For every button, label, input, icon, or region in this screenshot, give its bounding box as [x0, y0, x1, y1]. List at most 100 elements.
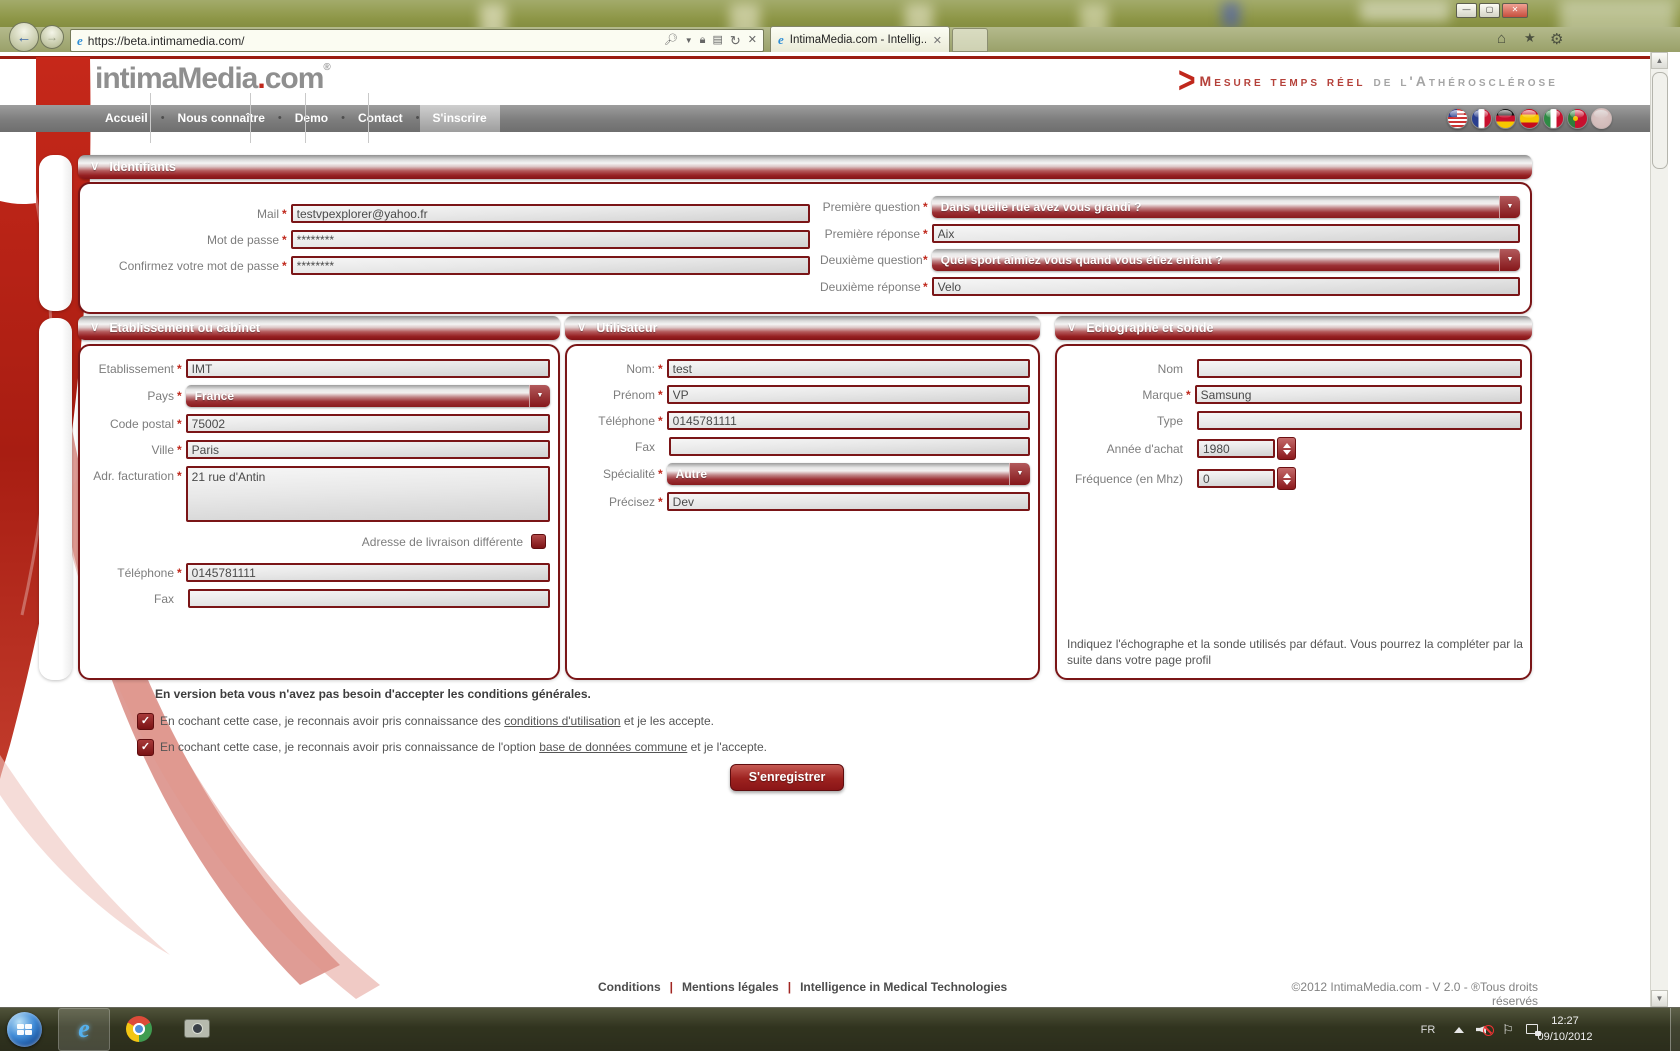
compatibility-view-icon[interactable]: ▤	[712, 35, 722, 46]
address-bar[interactable]: e https://beta.intimamedia.com/ 🔎︎ ▼ 🔒︎ …	[70, 29, 764, 52]
tray-expand-arrow-icon[interactable]	[1450, 1008, 1468, 1051]
chevron-down-icon[interactable]	[1009, 463, 1030, 485]
type-input[interactable]	[1197, 411, 1522, 430]
required-mark: *	[177, 362, 186, 376]
taskbar-chrome-button[interactable]	[118, 1008, 160, 1051]
footer-link-mentions-legales[interactable]: Mentions légales	[682, 980, 779, 994]
start-button[interactable]	[7, 1012, 42, 1047]
volume-muted-icon[interactable]	[1472, 1008, 1494, 1051]
telephone-input[interactable]	[186, 563, 550, 582]
chevron-down-icon[interactable]	[529, 385, 550, 407]
flag-spain-icon[interactable]	[1519, 108, 1540, 129]
chevron-down-icon[interactable]	[1499, 196, 1520, 218]
back-button[interactable]: ←	[9, 22, 39, 52]
flag-portugal-icon[interactable]	[1567, 108, 1588, 129]
show-desktop-button[interactable]	[1670, 1008, 1680, 1051]
forward-button[interactable]: →	[40, 25, 64, 49]
nav-item-nous-connaitre[interactable]: Nous connaître	[165, 105, 278, 132]
footer-link-imt[interactable]: Intelligence in Medical Technologies	[800, 980, 1007, 994]
question2-select[interactable]: Quel sport aimiez vous quand vous étiez …	[932, 249, 1520, 271]
collapse-chevron-icon[interactable]: V	[91, 161, 98, 173]
ville-input[interactable]	[186, 440, 550, 459]
url-text[interactable]: https://beta.intimamedia.com/	[88, 34, 657, 48]
pays-selected-value: France	[195, 389, 234, 403]
mail-input[interactable]	[291, 204, 810, 223]
scrollbar-thumb[interactable]	[1652, 72, 1668, 169]
senregistrer-button[interactable]: S'enregistrer	[730, 764, 844, 791]
language-indicator[interactable]: FR	[1416, 1008, 1440, 1051]
section-header-identifiants[interactable]: V Identifiants	[78, 155, 1532, 179]
action-center-flag-icon[interactable]: ⚐	[1498, 1008, 1518, 1051]
search-icon[interactable]: 🔎︎	[664, 35, 678, 46]
section-header-etablissement[interactable]: V Etablissement ou cabinet	[78, 316, 560, 340]
collapse-chevron-icon[interactable]: V	[578, 322, 585, 334]
prenom-input[interactable]	[667, 385, 1030, 404]
flag-germany-icon[interactable]	[1495, 108, 1516, 129]
taskbar-screenshot-button[interactable]	[176, 1008, 218, 1051]
livraison-checkbox[interactable]	[531, 534, 546, 549]
scroll-down-arrow-icon[interactable]: ▼	[1651, 990, 1668, 1007]
maximize-button[interactable]: ▢	[1479, 3, 1500, 18]
annee-achat-spinner[interactable]	[1277, 437, 1296, 460]
tray-clock[interactable]: 12:27 09/10/2012	[1530, 1013, 1600, 1045]
answer1-input[interactable]	[932, 224, 1520, 243]
nav-item-sinscrire[interactable]: S'inscrire	[420, 105, 500, 132]
question1-select[interactable]: Dans quelle rue avez vous grandi ?	[932, 196, 1520, 218]
stop-icon[interactable]: ✕	[748, 35, 757, 46]
tab-close-icon[interactable]: ✕	[933, 34, 942, 47]
taskbar-ie-button[interactable]: e	[58, 1008, 110, 1051]
collapse-chevron-icon[interactable]: V	[91, 322, 98, 334]
new-tab-button[interactable]	[952, 28, 988, 52]
site-logo[interactable]: intimaMedia.com®	[95, 62, 331, 96]
flag-italy-icon[interactable]	[1543, 108, 1564, 129]
fax-input[interactable]	[188, 589, 550, 608]
adresse-facturation-textarea[interactable]: 21 rue d'Antin	[186, 466, 550, 522]
pays-select[interactable]: France	[186, 385, 550, 407]
nav-item-contact[interactable]: Contact	[345, 105, 416, 132]
spinner-up-icon[interactable]	[1283, 443, 1291, 448]
annee-achat-input[interactable]	[1197, 439, 1275, 458]
scroll-up-arrow-icon[interactable]: ▲	[1651, 52, 1668, 69]
password-input[interactable]	[291, 230, 810, 249]
flag-france-icon[interactable]	[1471, 108, 1492, 129]
favorites-star-icon[interactable]: ★	[1524, 30, 1536, 46]
search-dropdown-chevron-icon[interactable]: ▼	[685, 37, 693, 45]
conditions-checkbox-text: En cochant cette case, je reconnais avoi…	[160, 714, 714, 728]
conditions-checkbox[interactable]: ✓	[137, 713, 154, 730]
nom-input[interactable]	[667, 359, 1030, 378]
collapse-chevron-icon[interactable]: V	[1068, 322, 1075, 334]
spinner-down-icon[interactable]	[1283, 450, 1291, 455]
nom-echographe-input[interactable]	[1197, 359, 1522, 378]
tools-gear-icon[interactable]: ⚙	[1550, 30, 1563, 48]
frequence-spinner[interactable]	[1277, 467, 1296, 490]
spinner-up-icon[interactable]	[1283, 473, 1291, 478]
spinner-down-icon[interactable]	[1283, 480, 1291, 485]
precisez-input[interactable]	[667, 492, 1030, 511]
base-donnees-link[interactable]: base de données commune	[539, 740, 687, 754]
etablissement-input[interactable]	[186, 359, 550, 378]
home-icon[interactable]: ⌂	[1497, 30, 1506, 47]
refresh-icon[interactable]: ↻	[730, 34, 741, 47]
flag-disabled-icon	[1591, 108, 1612, 129]
telephone-utilisateur-input[interactable]	[667, 411, 1030, 430]
browser-tab[interactable]: e IntimaMedia.com - Intellig... ✕	[770, 26, 950, 53]
code-postal-input[interactable]	[186, 414, 550, 433]
fax-utilisateur-input[interactable]	[669, 437, 1030, 456]
chevron-down-icon[interactable]	[1499, 249, 1520, 271]
conditions-utilisation-link[interactable]: conditions d'utilisation	[504, 714, 620, 728]
nav-spacer	[0, 105, 92, 132]
frequence-input[interactable]	[1197, 469, 1275, 488]
flag-usa-icon[interactable]	[1447, 108, 1468, 129]
section-header-utilisateur[interactable]: V Utilisateur	[565, 316, 1040, 340]
marque-input[interactable]	[1195, 385, 1522, 404]
close-window-button[interactable]: ✕	[1502, 3, 1528, 18]
section-header-echographe[interactable]: V Echographe et sonde	[1055, 316, 1532, 340]
minimize-button[interactable]: —	[1456, 3, 1477, 18]
answer2-input[interactable]	[932, 277, 1520, 296]
footer-link-conditions[interactable]: Conditions	[598, 980, 661, 994]
specialite-select[interactable]: Autre	[667, 463, 1030, 485]
nav-item-demo[interactable]: Demo	[282, 105, 341, 132]
confirm-password-input[interactable]	[291, 256, 810, 275]
vertical-scrollbar[interactable]: ▲ ▼	[1650, 52, 1668, 1007]
base-donnees-checkbox[interactable]: ✓	[137, 739, 154, 756]
